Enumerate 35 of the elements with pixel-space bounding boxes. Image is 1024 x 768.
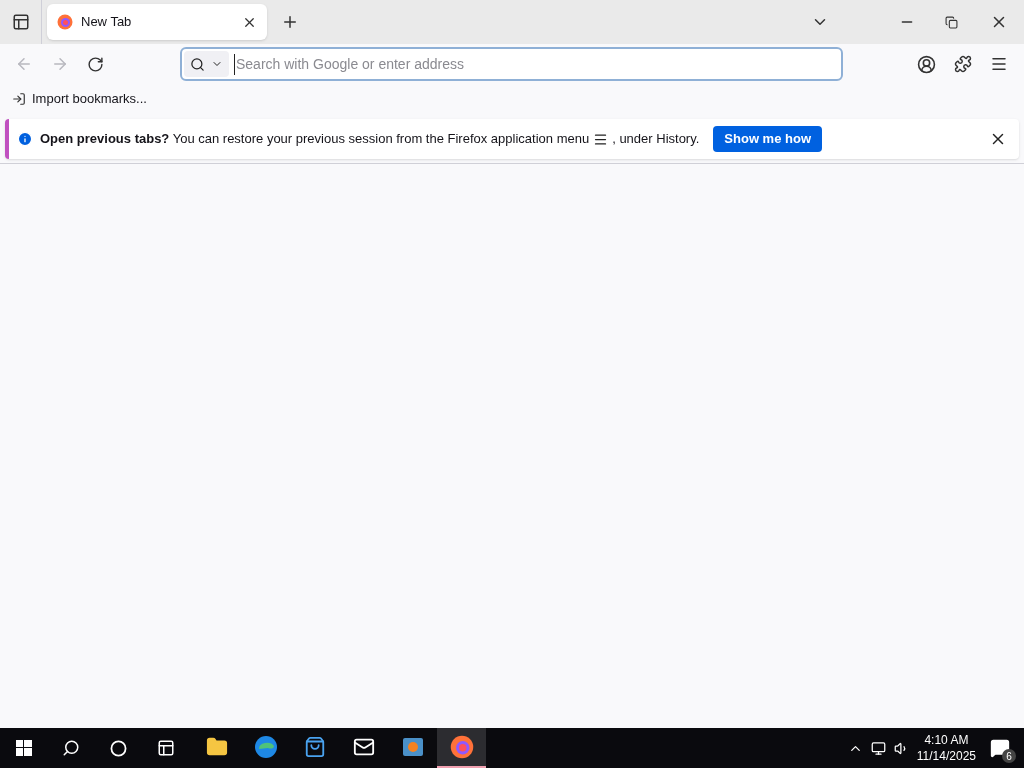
show-me-how-button[interactable]: Show me how — [713, 126, 822, 152]
notification-message: Open previous tabs? You can restore your previous session from the Firefox application menu — [40, 130, 590, 149]
new-tab-icon[interactable] — [281, 13, 299, 31]
import-icon — [12, 92, 26, 106]
clock-date: 11/14/2025 — [916, 748, 976, 764]
clock-time: 4:10 AM — [924, 732, 969, 748]
account-icon[interactable] — [917, 54, 936, 74]
bookmark-item[interactable]: Import bookmarks... — [12, 89, 147, 109]
network-icon[interactable] — [870, 740, 886, 756]
browser-logo-icon — [253, 735, 278, 759]
tab-title: New Tab — [81, 13, 133, 32]
browser-logo-icon — [449, 735, 474, 759]
browser-logo-icon — [57, 14, 73, 30]
extensions-icon[interactable] — [954, 55, 972, 73]
notification-count: 6 — [1002, 749, 1016, 763]
notification-message: , under History. — [612, 130, 700, 149]
menu-icon[interactable] — [990, 55, 1008, 73]
info-icon — [17, 131, 33, 147]
search-icon[interactable] — [62, 739, 80, 757]
browser-tab[interactable]: New Tab — [47, 4, 267, 40]
restore-icon[interactable] — [945, 15, 958, 29]
shopping-bag-icon — [303, 736, 326, 758]
menu-icon — [593, 131, 609, 147]
search-engine-button[interactable] — [184, 51, 229, 77]
task-view-icon[interactable] — [157, 739, 175, 757]
reload-icon[interactable] — [87, 55, 104, 73]
address-input[interactable]: Search with Google or enter address — [234, 53, 841, 75]
taskbar-app[interactable] — [437, 728, 486, 768]
media-player-icon — [401, 736, 424, 758]
folder-icon — [205, 736, 228, 758]
windows-logo-icon[interactable] — [16, 740, 32, 756]
search-icon — [190, 56, 205, 72]
tab-list-icon[interactable] — [11, 13, 30, 31]
address-field[interactable]: Search with Google or enter address — [180, 47, 843, 81]
mail-icon — [352, 736, 375, 758]
